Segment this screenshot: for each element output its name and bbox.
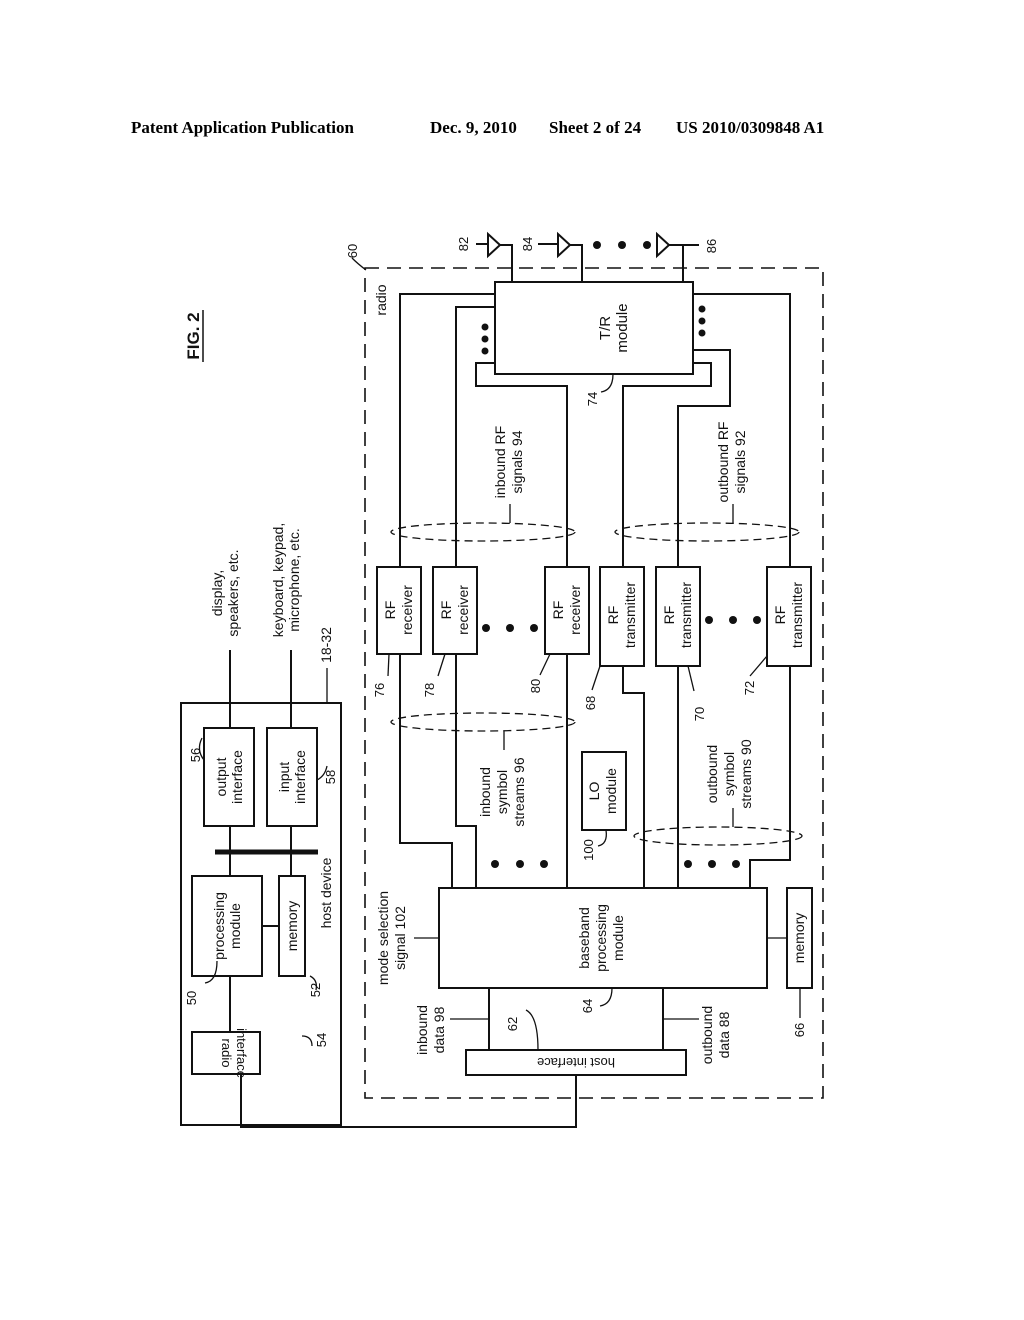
rx-stream-2 [455,654,477,888]
tx-path-1 [622,362,712,567]
ref-52: 52 [308,983,323,997]
tx3-label-2: transmitter [789,582,805,648]
rx3-label-2: receiver [567,585,583,635]
inbound-symbol-label: inbound [477,767,493,817]
rx2-label: RF [438,601,454,620]
outbound-symbol-group [633,826,803,846]
input-interface-label: input [276,762,292,792]
output-interface-label-2: interface [229,750,245,804]
radio-memory-label: memory [791,913,807,964]
inbound-data-label-2: data 98 [431,1006,447,1053]
output-devices-label: display, [209,570,225,616]
ref-72: 72 [742,681,757,695]
baseband-label-2: processing [593,904,609,972]
tx1-label: RF [605,606,621,625]
ref-68: 68 [583,696,598,710]
ref-100: 100 [581,839,596,861]
radio-label: radio [373,284,389,315]
ref-74: 74 [585,392,600,406]
antenna-82 [476,231,513,282]
outbound-rf-label: outbound RF [715,422,731,503]
input-interface-label-2: interface [292,750,308,804]
inbound-symbol-label-3: streams 96 [511,757,527,826]
tr-module-label-2: module [614,303,631,352]
input-devices-label-2: microphone, etc. [286,528,302,632]
tx3-label: RF [772,606,788,625]
tx2-label: RF [661,606,677,625]
outbound-rf-group [614,522,800,542]
baseband-label: baseband [576,907,592,969]
inbound-rf-group [390,522,576,542]
mode-selection-label: mode selection [375,891,391,985]
tx1-label-2: transmitter [622,582,638,648]
input-devices-label: keyboard, keypad, [270,523,286,637]
processing-module-label-2: module [227,903,243,949]
processing-module-label: processing [211,892,227,960]
baseband-label-3: module [610,915,626,961]
inbound-symbol-group [390,712,576,732]
inbound-symbol-label-2: symbol [494,770,510,814]
ref-82: 82 [456,237,471,251]
output-devices-label-2: speakers, etc. [225,549,241,636]
block-diagram: FIG. 2 output interface input interface pr… [180,231,824,1128]
rx-path-2 [455,306,495,567]
ref-64: 64 [580,999,595,1013]
rx2-label-2: receiver [455,585,471,635]
lo-module-label-2: module [603,768,619,814]
ref-70: 70 [692,707,707,721]
output-interface-label: output [213,757,229,796]
ref-60: 60 [345,244,360,258]
radio-interface-label: radio [219,1039,234,1068]
figure-title: FIG. 2 [184,310,204,362]
ref-50: 50 [184,991,199,1005]
ref-80: 80 [528,679,543,693]
ref-62: 62 [505,1017,520,1031]
ref-66: 66 [792,1023,807,1037]
figure-title-text: FIG. 2 [184,312,203,359]
radio-interface-label-2: interface [234,1028,249,1078]
outbound-symbol-label: outbound [704,745,720,803]
outbound-data-label: outbound [699,1006,715,1064]
tr-module-label: T/R [597,316,614,340]
outbound-symbol-label-2: symbol [721,752,737,796]
ref-76: 76 [372,683,387,697]
host-interface-label: host interface [537,1055,615,1070]
rx1-label: RF [382,601,398,620]
host-memory-label: memory [284,901,300,952]
tr-module-box [494,281,694,375]
ref-84: 84 [520,237,535,251]
mode-selection-label-2: signal 102 [392,906,408,970]
ref-18-32: 18-32 [318,627,334,663]
outbound-data-label-2: data 88 [716,1011,732,1058]
inbound-data-label: inbound [414,1005,430,1055]
inbound-rf-label: inbound RF [492,426,508,498]
outbound-symbol-label-3: streams 90 [738,739,754,808]
tx2-label-2: transmitter [678,582,694,648]
rx3-label: RF [550,601,566,620]
antenna-86 [656,231,699,282]
ref-86: 86 [704,239,719,253]
inbound-rf-label-2: signals 94 [509,430,525,493]
ref-54: 54 [314,1033,329,1047]
tx-stream-3 [749,666,791,888]
outbound-rf-label-2: signals 92 [732,430,748,493]
host-device-label: host device [318,857,334,928]
antenna-84 [538,231,583,282]
ref-78: 78 [422,683,437,697]
rx1-label-2: receiver [399,585,415,635]
lo-module-label: LO [586,782,602,801]
